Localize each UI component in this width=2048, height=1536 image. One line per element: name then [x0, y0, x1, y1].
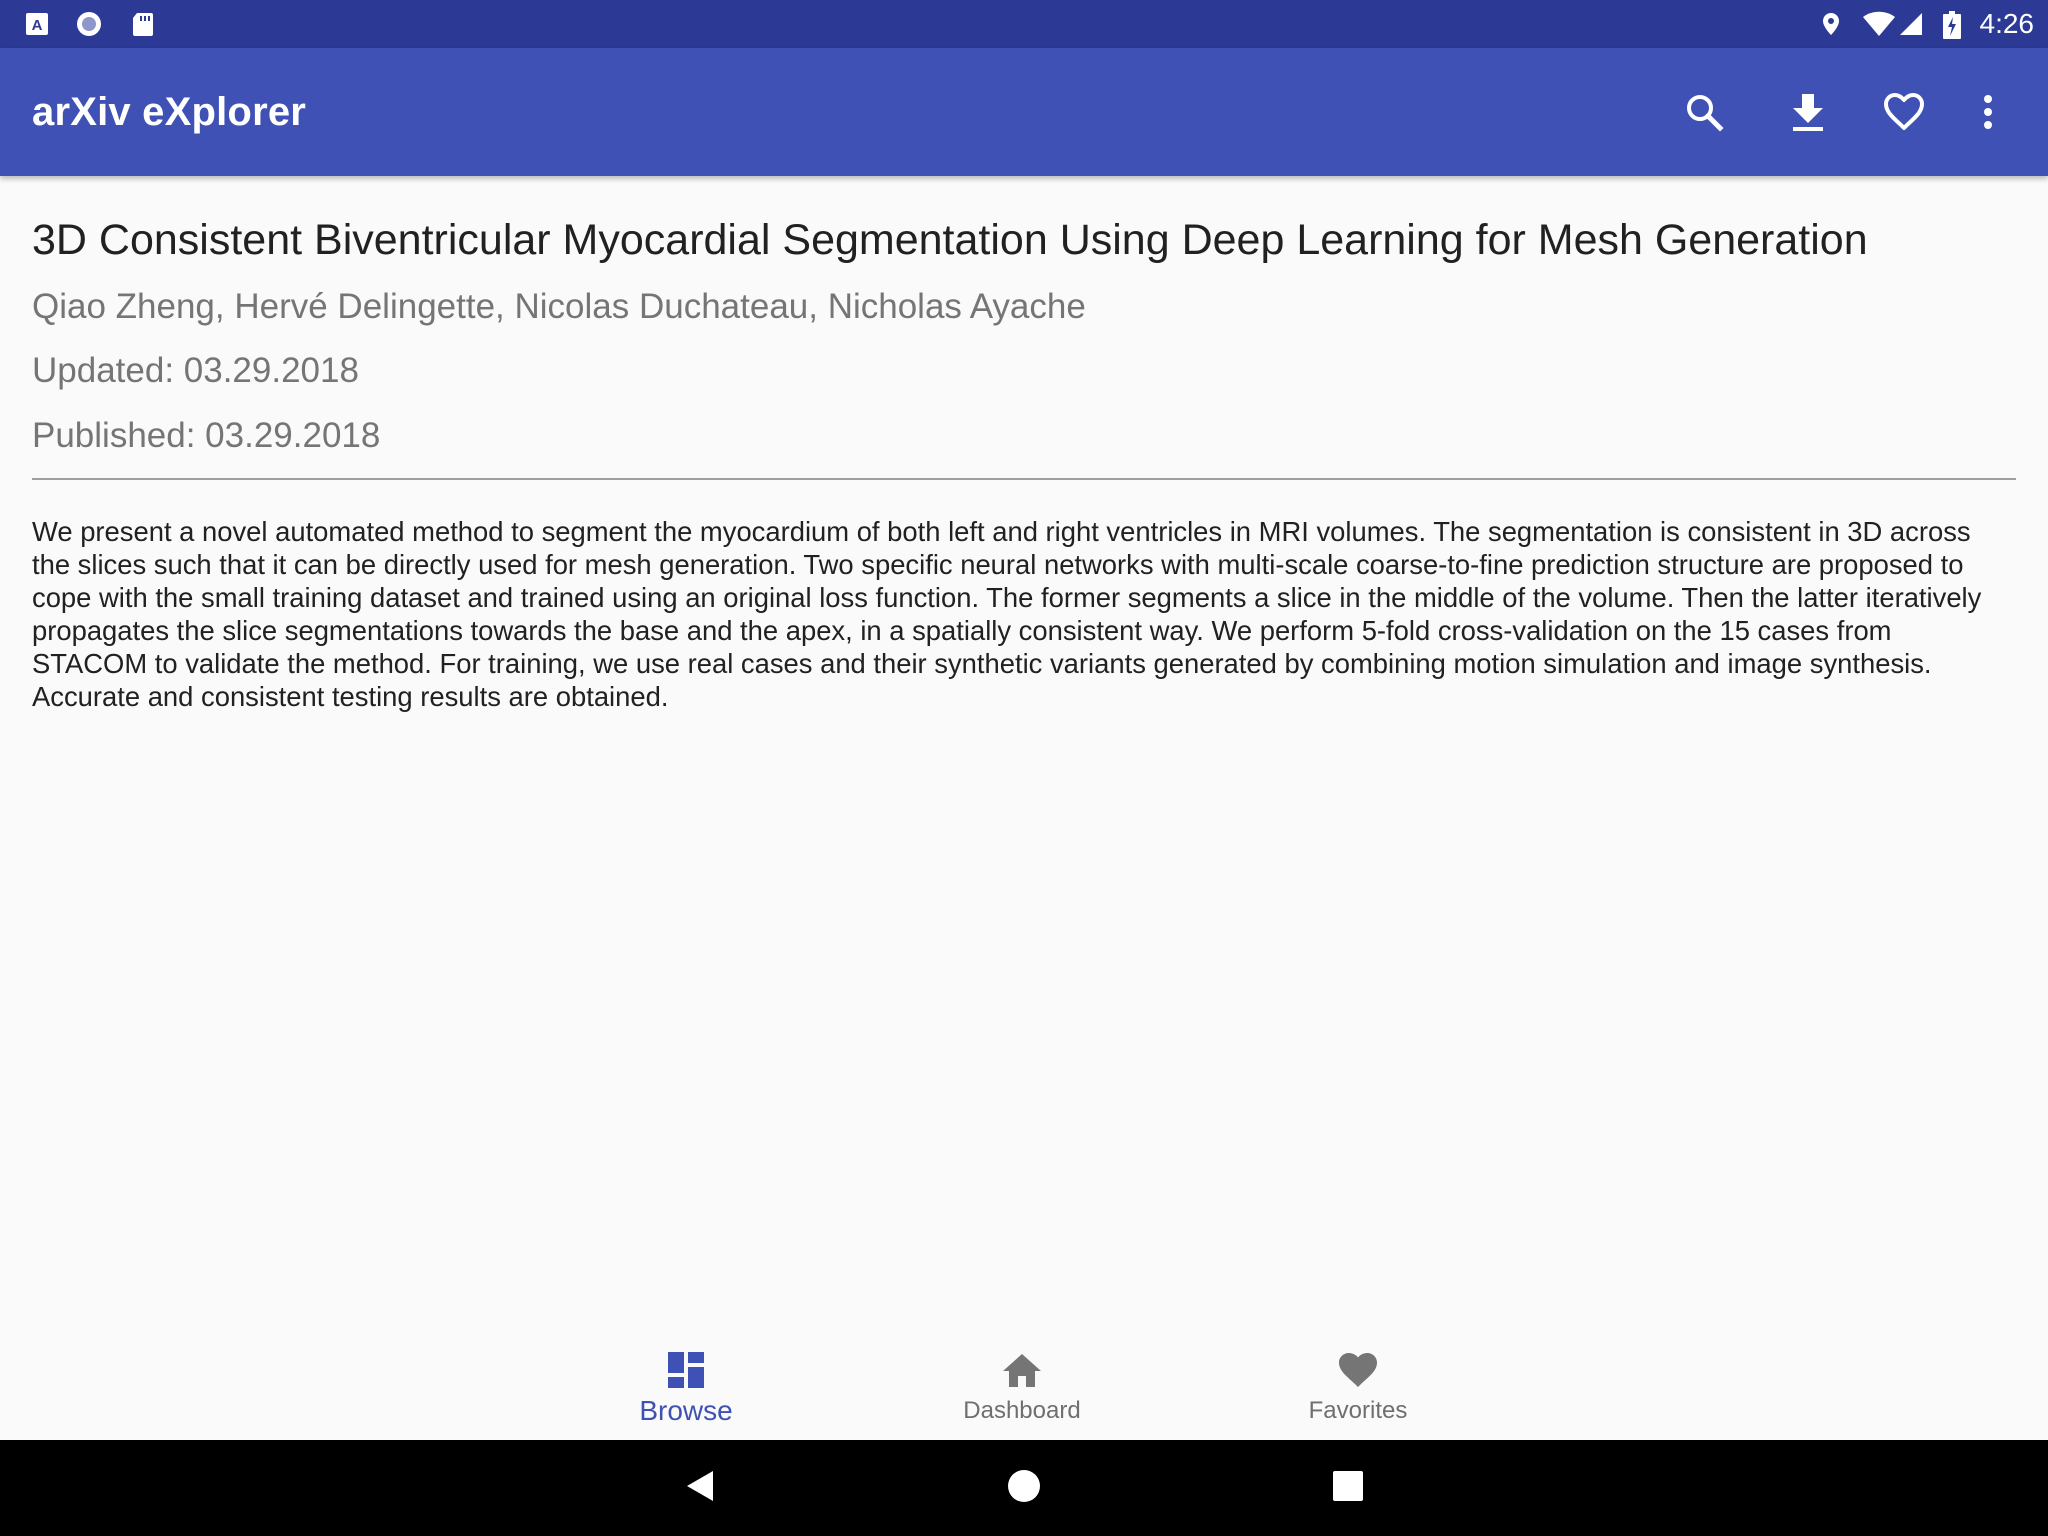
home-icon: [998, 1346, 1046, 1394]
heart-icon: [1334, 1346, 1382, 1394]
circle-icon: [76, 11, 102, 37]
back-button[interactable]: [672, 1460, 728, 1516]
battery-icon: [1942, 11, 1962, 39]
divider: [32, 478, 2016, 480]
recents-square-icon: [1332, 1470, 1364, 1507]
search-icon: [1684, 92, 1724, 132]
nav-item-dashboard[interactable]: Dashboard: [854, 1316, 1190, 1440]
sd-card-icon: [130, 11, 156, 37]
status-bar: A 4:26: [0, 0, 2048, 48]
location-icon: [1818, 11, 1844, 37]
nav-label-browse: Browse: [639, 1395, 733, 1426]
nav-label-dashboard: Dashboard: [963, 1397, 1081, 1424]
heart-outline-icon: [1883, 92, 1925, 132]
paper-authors: Qiao Zheng, Hervé Delingette, Nicolas Du…: [32, 287, 1086, 326]
overflow-menu-button[interactable]: [1960, 84, 2016, 140]
search-button[interactable]: [1676, 84, 1732, 140]
system-navigation-bar: [0, 1440, 2048, 1536]
published-date: Published: 03.29.2018: [32, 416, 381, 455]
app-title: arXiv eXplorer: [32, 90, 307, 134]
svg-text:A: A: [32, 17, 43, 34]
home-circle-icon: [1007, 1469, 1041, 1508]
recents-button[interactable]: [1320, 1460, 1376, 1516]
app-bar: arXiv eXplorer: [0, 48, 2048, 176]
signal-icon: [1898, 11, 1924, 37]
download-button[interactable]: [1780, 84, 1836, 140]
status-clock: 4:26: [1979, 8, 2035, 39]
favorite-button[interactable]: [1876, 84, 1932, 140]
nav-label-favorites: Favorites: [1308, 1397, 1408, 1424]
nav-item-favorites[interactable]: Favorites: [1190, 1316, 1526, 1440]
a-box-icon: A: [24, 11, 50, 37]
more-vert-icon: [1982, 92, 1994, 132]
paper-abstract: We present a novel automated method to s…: [32, 516, 1982, 712]
updated-date: Updated: 03.29.2018: [32, 351, 359, 390]
nav-item-browse[interactable]: Browse: [518, 1316, 854, 1440]
bottom-navigation: Browse Dashboard Favorites: [0, 1316, 2048, 1440]
dashboard-grid-icon: [662, 1346, 710, 1394]
home-button[interactable]: [996, 1460, 1052, 1516]
paper-title: 3D Consistent Biventricular Myocardial S…: [32, 216, 1868, 264]
wifi-icon: [1862, 11, 1896, 37]
download-icon: [1790, 92, 1826, 132]
back-icon: [684, 1469, 716, 1508]
